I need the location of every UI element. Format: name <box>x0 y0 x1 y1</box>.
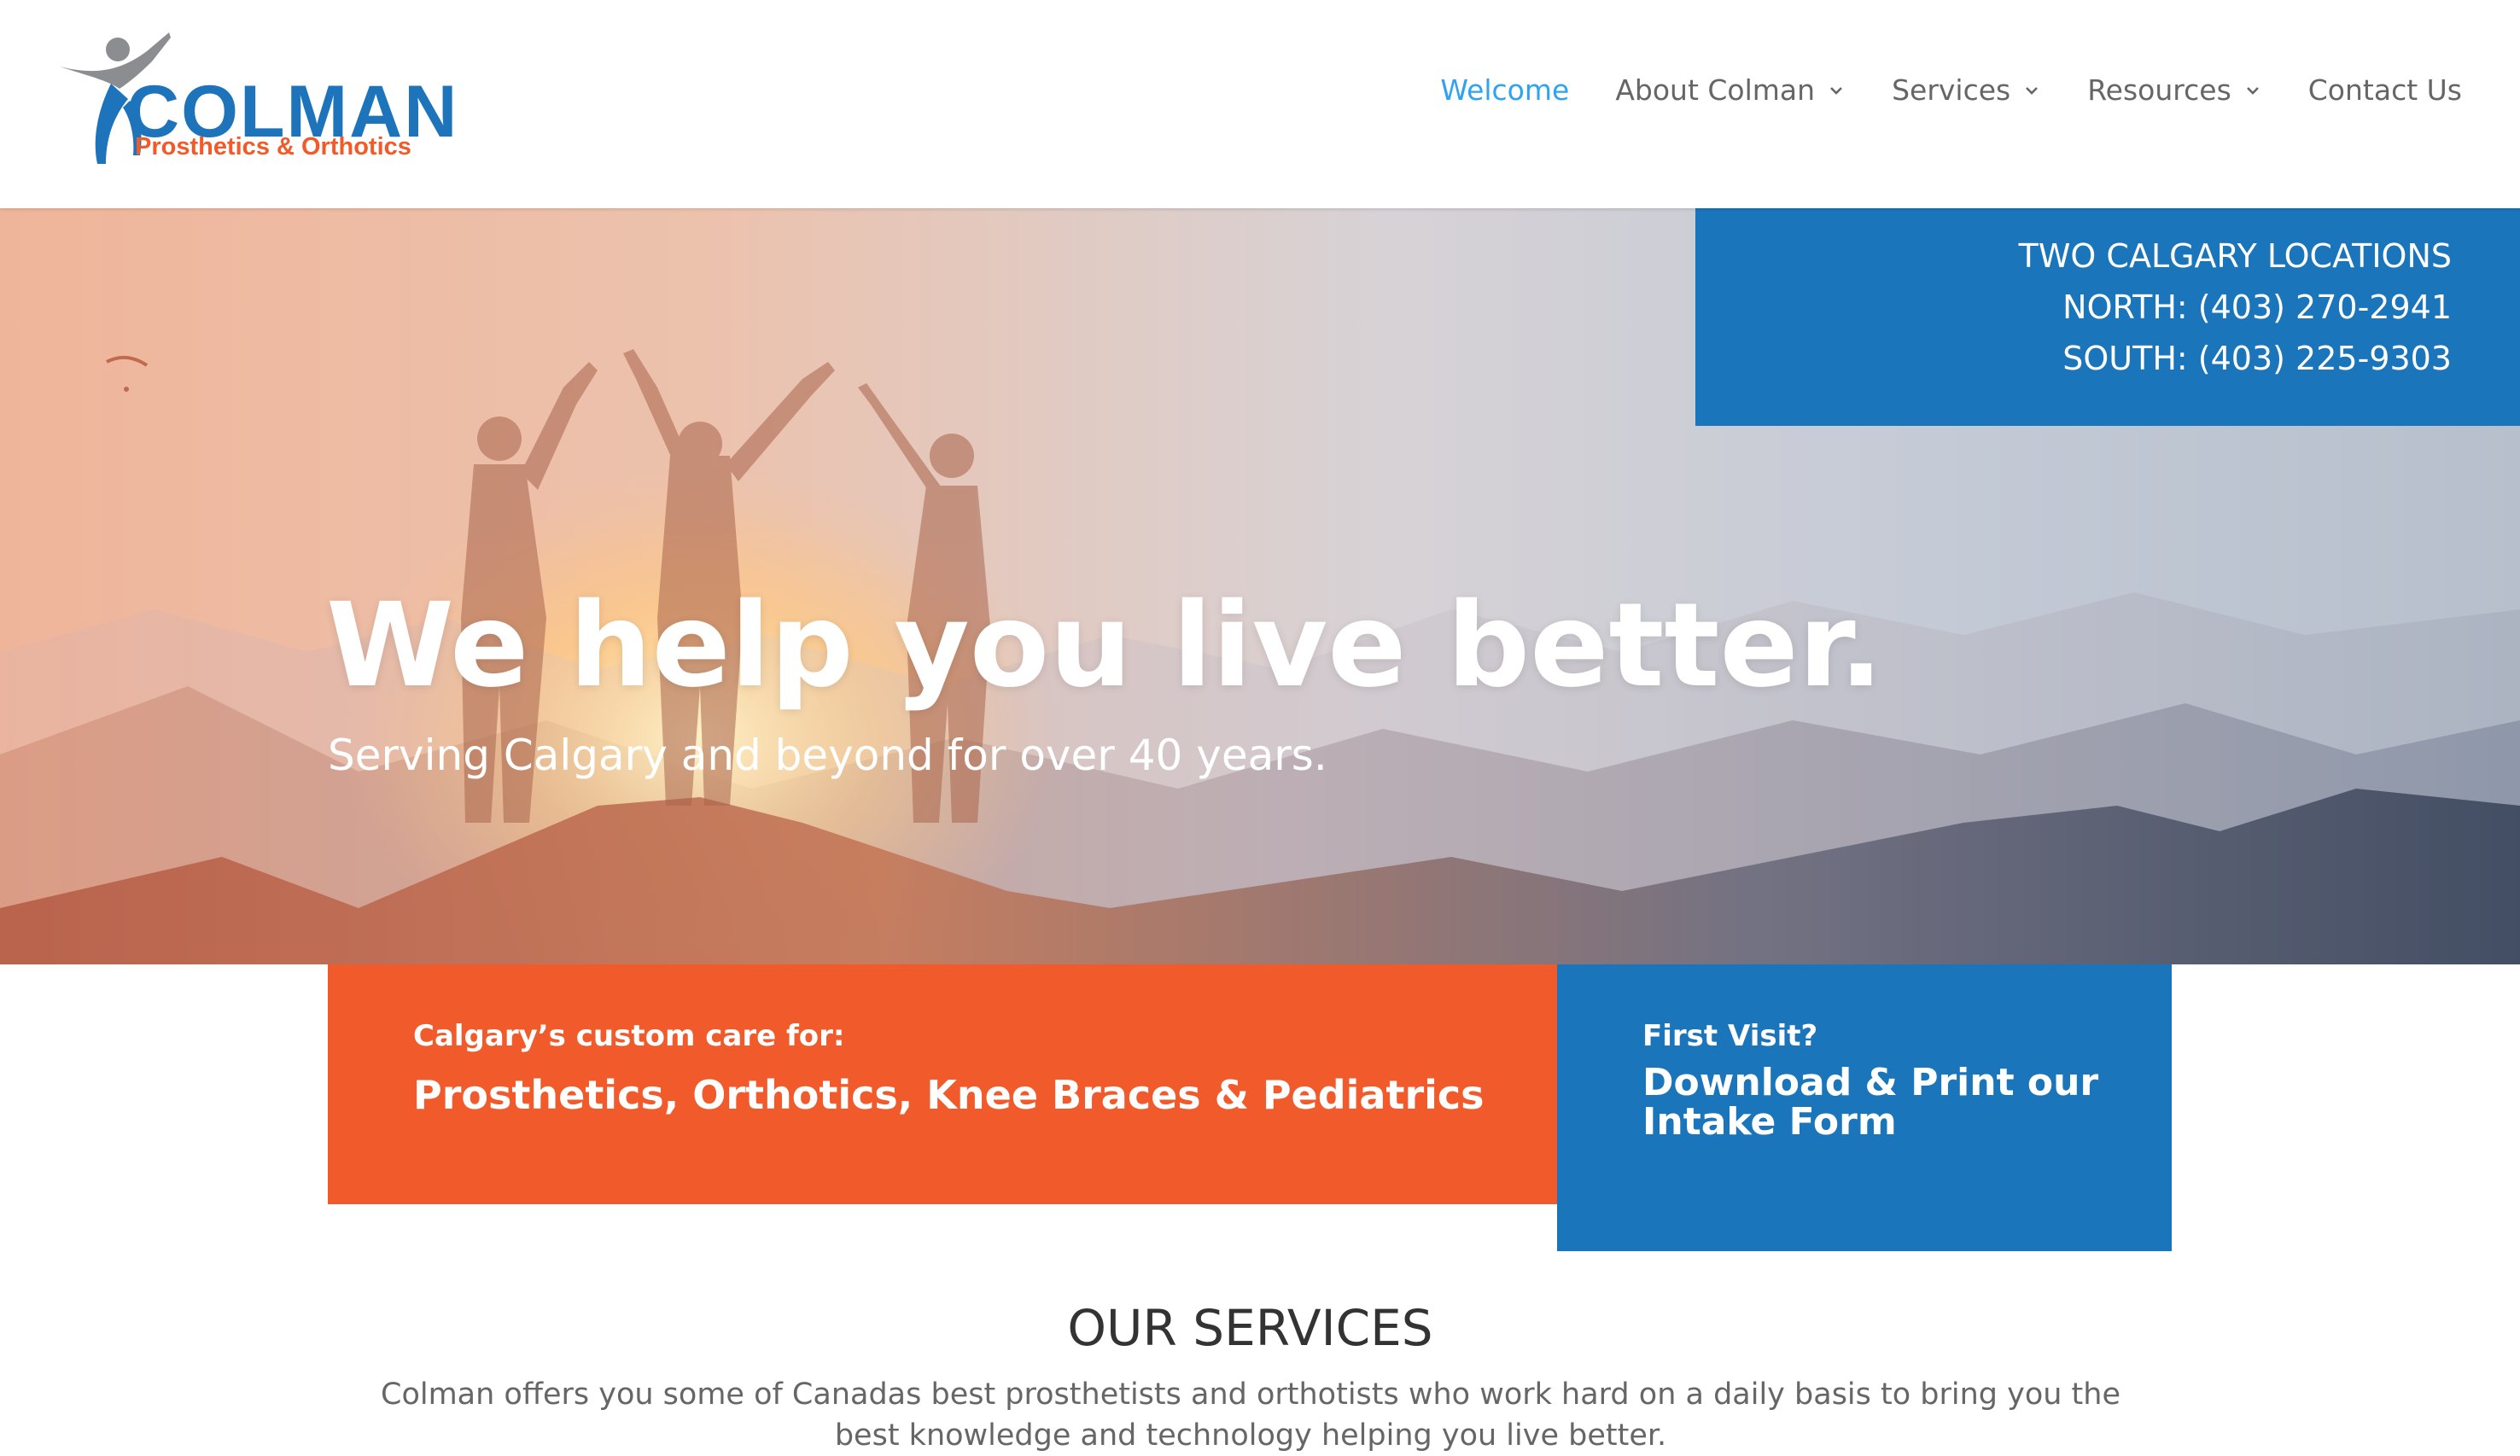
intake-form-heading: Download & Print our Intake Form <box>1642 1061 2099 1144</box>
nav-services[interactable]: Services <box>1892 73 2041 107</box>
custom-care-callout: Calgary’s custom care for: Prosthetics, … <box>328 964 1557 1204</box>
custom-care-label: Calgary’s custom care for: <box>413 1019 845 1053</box>
hero-title: We help you live better. <box>326 579 1884 713</box>
chevron-down-icon <box>1830 86 1842 95</box>
nav-about-label: About Colman <box>1615 73 1816 107</box>
logo[interactable]: COLMAN Prosthetics & Orthotics <box>51 29 457 167</box>
nav-contact-label: Contact Us <box>2307 73 2462 107</box>
nav-about-colman[interactable]: About Colman <box>1615 73 1846 107</box>
first-visit-label: First Visit? <box>1642 1019 1818 1053</box>
services-description: Colman offers you some of Canadas best p… <box>381 1377 2120 1453</box>
nav-welcome[interactable]: Welcome <box>1440 73 1569 107</box>
locations-heading: TWO CALGARY LOCATIONS <box>2018 237 2452 275</box>
intake-form-link[interactable]: First Visit? Download & Print our Intake… <box>1557 964 2172 1251</box>
nav-resources-label: Resources <box>2087 73 2231 107</box>
nav-services-label: Services <box>1892 73 2011 107</box>
nav-welcome-label: Welcome <box>1440 73 1570 107</box>
logo-tagline: Prosthetics & Orthotics <box>135 133 411 160</box>
south-phone[interactable]: SOUTH: (403) 225-9303 <box>1695 333 2452 384</box>
nav-contact-us[interactable]: Contact Us <box>2308 73 2462 107</box>
hero-subtitle: Serving Calgary and beyond for over 40 y… <box>328 731 1327 780</box>
chevron-down-icon <box>2246 86 2259 95</box>
chevron-down-icon <box>2026 86 2039 95</box>
hero-banner: TWO CALGARY LOCATIONS NORTH: (403) 270-2… <box>0 208 2520 964</box>
services-title: OUR SERVICES <box>1067 1299 1433 1357</box>
site-header: COLMAN Prosthetics & Orthotics Welcome A… <box>0 0 2520 208</box>
nav-resources[interactable]: Resources <box>2087 73 2262 107</box>
locations-box: TWO CALGARY LOCATIONS NORTH: (403) 270-2… <box>1695 208 2520 426</box>
north-phone[interactable]: NORTH: (403) 270-2941 <box>1695 282 2452 333</box>
main-nav: Welcome About Colman Services Resources … <box>1394 73 2462 107</box>
custom-care-services: Prosthetics, Orthotics, Knee Braces & Pe… <box>413 1072 1485 1118</box>
